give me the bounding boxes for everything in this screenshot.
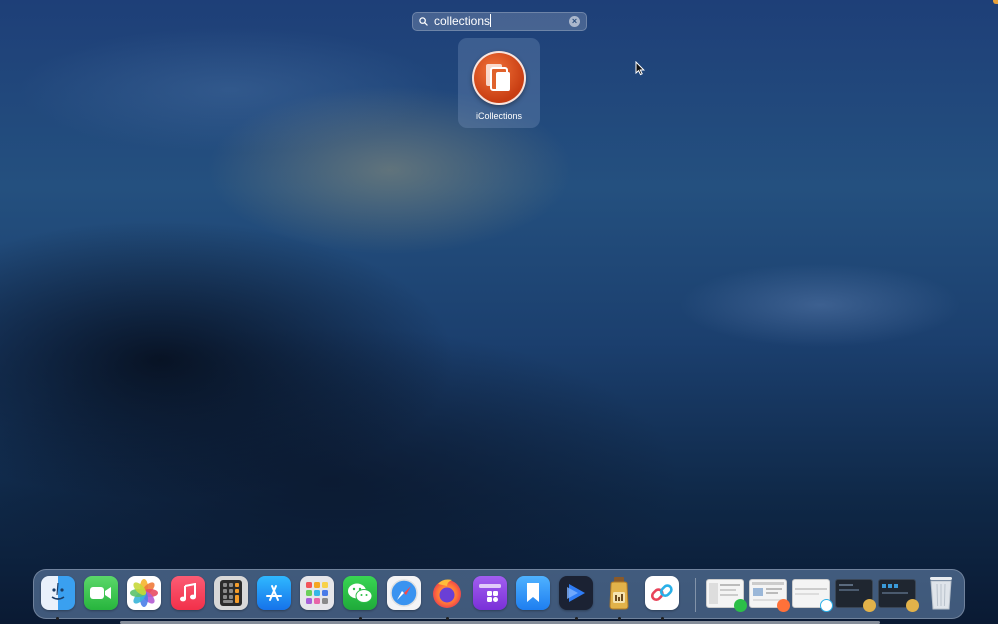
- running-indicator: [575, 617, 578, 620]
- bookmark-icon[interactable]: [516, 576, 550, 610]
- wechat-window-thumbnail[interactable]: [706, 579, 747, 612]
- link-window-thumbnail[interactable]: [792, 579, 833, 612]
- calculator-icon[interactable]: [214, 576, 248, 610]
- firefox-badge-icon: [777, 599, 790, 612]
- trash-icon[interactable]: [924, 576, 958, 610]
- wechat-badge-icon: [734, 599, 747, 612]
- link-badge-icon: [820, 599, 833, 612]
- running-indicator: [661, 617, 664, 620]
- mouse-pointer-icon: [635, 61, 645, 76]
- running-indicator: [446, 617, 449, 620]
- music-icon[interactable]: [171, 576, 205, 610]
- link-app-icon[interactable]: [645, 576, 679, 610]
- running-indicator: [618, 617, 621, 620]
- app-store-icon[interactable]: [257, 576, 291, 610]
- jar-icon[interactable]: [602, 576, 636, 610]
- video-player-icon[interactable]: [559, 576, 593, 610]
- safari-icon[interactable]: [387, 576, 421, 610]
- search-field[interactable]: collections ×: [412, 12, 587, 31]
- photos-icon[interactable]: [127, 576, 161, 610]
- facetime-icon[interactable]: [84, 576, 118, 610]
- icollections-icon: [472, 51, 526, 105]
- jar-window-thumbnail-2[interactable]: [878, 579, 919, 612]
- jar-badge-icon: [906, 599, 919, 612]
- search-result-app[interactable]: iCollections: [458, 38, 540, 128]
- launchpad-icon[interactable]: [300, 576, 334, 610]
- dock: [33, 569, 965, 620]
- finder-icon[interactable]: [41, 576, 75, 610]
- status-corner-indicator: [993, 0, 998, 4]
- firefox-icon[interactable]: [430, 576, 464, 610]
- text-caret: [490, 14, 492, 27]
- app-name-label: iCollections: [475, 111, 523, 121]
- search-input[interactable]: collections: [434, 13, 563, 30]
- firefox-window-thumbnail[interactable]: [749, 579, 790, 612]
- jar-window-thumbnail-1[interactable]: [835, 579, 876, 612]
- search-icon: [419, 17, 428, 26]
- dock-separator: [695, 578, 696, 612]
- running-indicator: [56, 617, 59, 620]
- jar-badge-icon: [863, 599, 876, 612]
- widget-app-icon[interactable]: [473, 576, 507, 610]
- wechat-icon[interactable]: [343, 576, 377, 610]
- clear-search-button[interactable]: ×: [569, 16, 580, 27]
- running-indicator: [359, 617, 362, 620]
